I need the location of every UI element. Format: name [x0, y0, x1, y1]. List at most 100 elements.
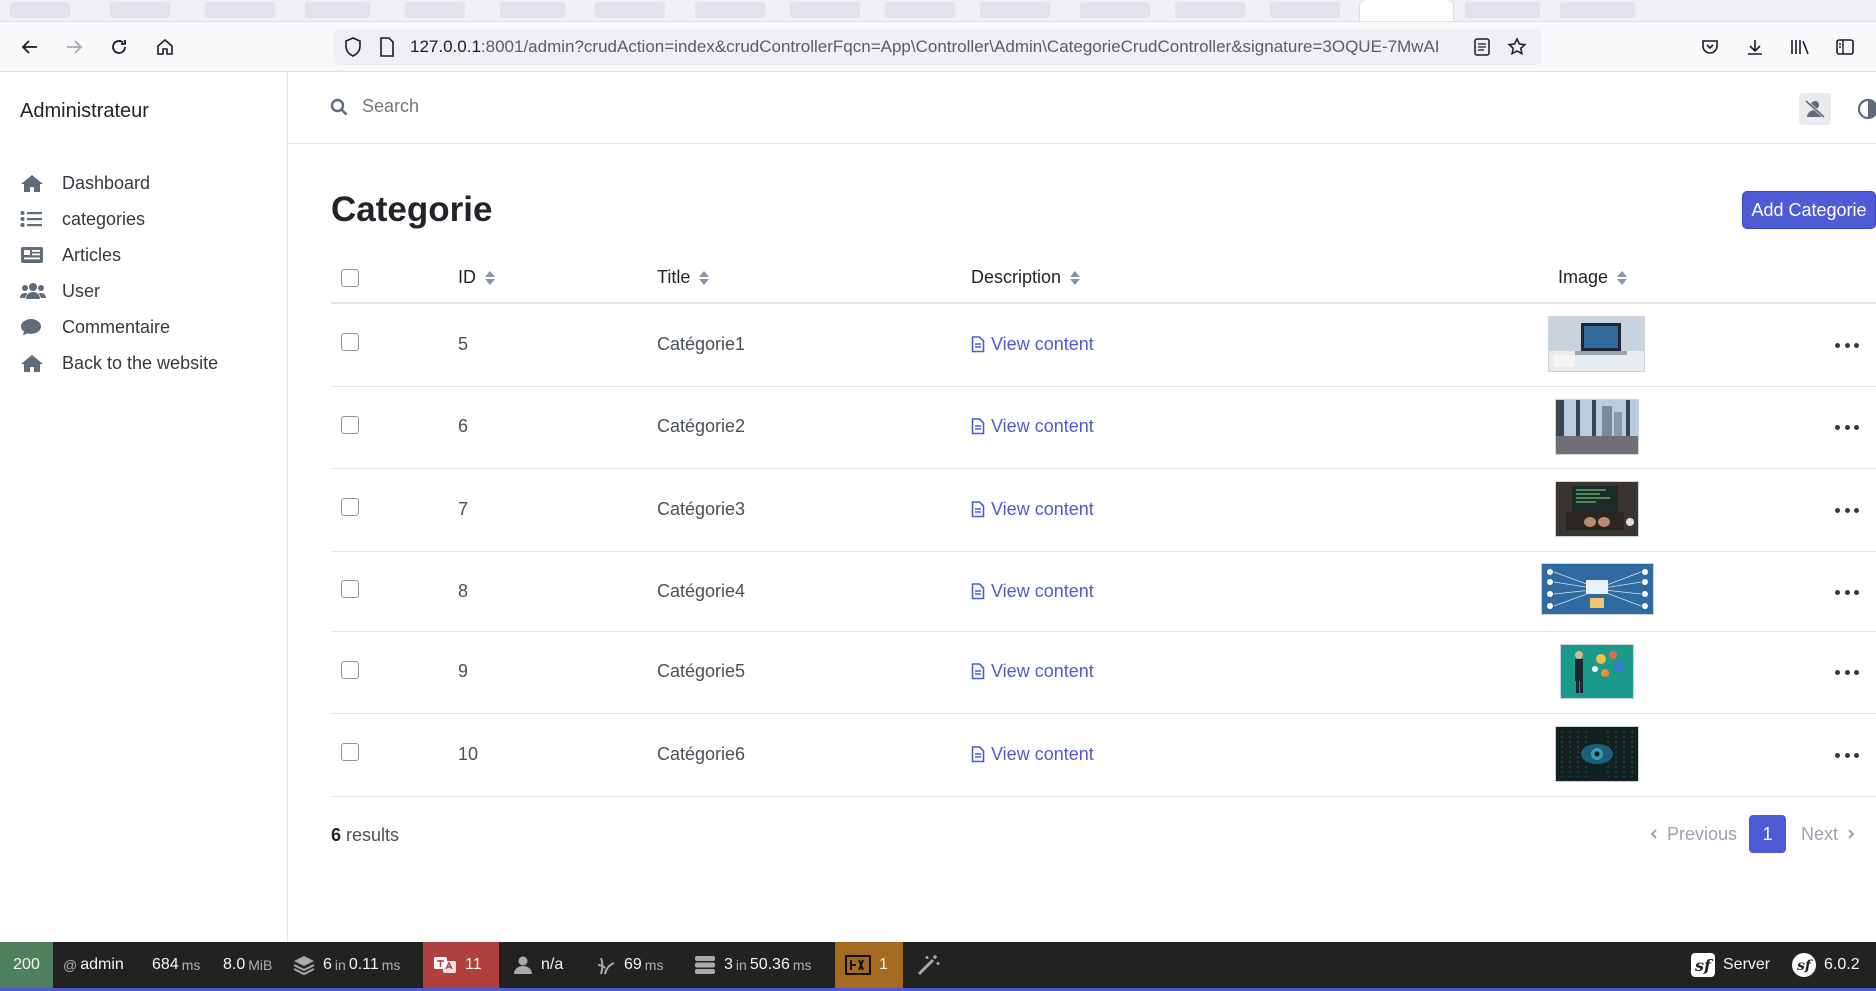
category-image-thumbnail[interactable] — [1555, 726, 1639, 782]
browser-tab[interactable] — [1270, 2, 1340, 18]
pagination-previous[interactable]: Previous — [1649, 815, 1737, 853]
status-code-badge[interactable]: 200 — [0, 942, 53, 988]
browser-tab[interactable] — [1175, 2, 1245, 18]
row-checkbox[interactable] — [341, 743, 359, 761]
reader-view-icon[interactable] — [1471, 36, 1493, 58]
toolbar-magic-wand[interactable] — [907, 942, 959, 988]
browser-tab[interactable] — [980, 2, 1050, 18]
sidebar-item-commentaire[interactable]: Commentaire — [20, 309, 218, 345]
column-header-title[interactable]: Title — [657, 267, 710, 288]
pocket-button[interactable] — [1695, 32, 1725, 62]
toolbar-forms[interactable]: 1 — [835, 942, 903, 988]
theme-toggle-button[interactable] — [1857, 98, 1876, 120]
row-actions-menu[interactable] — [1835, 422, 1859, 432]
column-header-description[interactable]: Description — [971, 267, 1081, 288]
category-image-thumbnail[interactable] — [1555, 481, 1639, 537]
column-header-image[interactable]: Image — [1558, 267, 1628, 288]
row-checkbox[interactable] — [341, 661, 359, 679]
view-content-link[interactable]: View content — [971, 334, 1094, 355]
browser-tab[interactable] — [10, 2, 70, 18]
sidebar-toggle-button[interactable] — [1830, 32, 1860, 62]
row-actions-menu[interactable] — [1835, 750, 1859, 760]
back-button[interactable] — [15, 32, 45, 62]
column-header-id[interactable]: ID — [458, 267, 495, 288]
sidebar-item-categories[interactable]: categories — [20, 201, 218, 237]
row-checkbox[interactable] — [341, 416, 359, 434]
toolbar-server[interactable]: sf Server — [1681, 942, 1780, 988]
pagination-next[interactable]: Next — [1801, 815, 1856, 853]
star-icon[interactable] — [1506, 36, 1528, 58]
brand-title[interactable]: Administrateur — [20, 100, 149, 123]
users-icon — [20, 281, 46, 301]
browser-tab[interactable] — [305, 2, 370, 18]
browser-tab[interactable] — [1560, 2, 1635, 18]
browser-tab-active[interactable] — [1360, 0, 1453, 21]
pagination-page-1[interactable]: 1 — [1749, 815, 1786, 853]
view-content-link[interactable]: View content — [971, 661, 1094, 682]
downloads-button[interactable] — [1740, 32, 1770, 62]
toolbar-security[interactable]: n/a — [503, 942, 573, 988]
table-row[interactable]: 5 Catégorie1 View content — [331, 304, 1876, 387]
browser-tab[interactable] — [790, 2, 860, 18]
sidebar-item-back-to-website[interactable]: Back to the website — [20, 345, 218, 381]
category-image-thumbnail[interactable] — [1555, 399, 1639, 455]
cell-title: Catégorie5 — [657, 661, 746, 681]
row-checkbox[interactable] — [341, 580, 359, 598]
home-button[interactable] — [150, 32, 180, 62]
row-actions-menu[interactable] — [1835, 587, 1859, 597]
table-row[interactable]: 10 Catégorie6 View content — [331, 714, 1876, 797]
category-image-thumbnail[interactable] — [1560, 644, 1634, 699]
row-actions-menu[interactable] — [1835, 340, 1859, 350]
list-icon — [20, 209, 46, 229]
toolbar-memory[interactable]: 8.0 MiB — [213, 942, 282, 988]
row-checkbox[interactable] — [341, 333, 359, 351]
sort-icon — [485, 270, 495, 285]
view-content-link[interactable]: View content — [971, 581, 1094, 602]
browser-tab[interactable] — [110, 2, 170, 18]
browser-tab[interactable] — [205, 2, 275, 18]
sidebar-item-articles[interactable]: Articles — [20, 237, 218, 273]
toolbar-route[interactable]: @ admin — [53, 942, 134, 988]
browser-tab[interactable] — [1465, 2, 1540, 18]
browser-tab[interactable] — [595, 2, 665, 18]
search-box[interactable] — [330, 96, 762, 117]
toolbar-twig[interactable]: 69 ms — [586, 942, 673, 988]
library-button[interactable] — [1785, 32, 1815, 62]
view-content-link[interactable]: View content — [971, 499, 1094, 520]
category-image-thumbnail[interactable] — [1541, 563, 1654, 615]
view-content-link[interactable]: View content — [971, 416, 1094, 437]
reload-button[interactable] — [104, 32, 134, 62]
browser-tab[interactable] — [885, 2, 955, 18]
view-content-label: View content — [991, 499, 1094, 519]
shield-icon[interactable] — [342, 36, 364, 58]
table-row[interactable]: 8 Catégorie4 View content — [331, 552, 1876, 632]
row-actions-menu[interactable] — [1835, 667, 1859, 677]
toolbar-translations[interactable]: 11 — [423, 942, 499, 988]
table-row[interactable]: 6 Catégorie2 View content — [331, 387, 1876, 469]
forward-button[interactable] — [59, 32, 89, 62]
search-input[interactable] — [362, 96, 762, 117]
select-all-checkbox[interactable] — [341, 269, 359, 287]
toolbar-database[interactable]: 3 in 50.36 ms — [684, 942, 822, 988]
user-slash-icon — [1805, 99, 1825, 119]
category-image-thumbnail[interactable] — [1548, 316, 1645, 372]
sidebar-item-user[interactable]: User — [20, 273, 218, 309]
browser-tab[interactable] — [500, 2, 565, 18]
browser-tab[interactable] — [405, 2, 465, 18]
add-categorie-button[interactable]: Add Categorie — [1742, 191, 1876, 229]
sidebar-item-dashboard[interactable]: Dashboard — [20, 165, 218, 201]
user-menu-button[interactable] — [1799, 93, 1831, 125]
view-content-link[interactable]: View content — [971, 744, 1094, 765]
url-text[interactable]: 127.0.0.1:8001/admin?crudAction=index&cr… — [410, 37, 1460, 57]
table-row[interactable]: 7 Catégorie3 View content — [331, 469, 1876, 552]
table-row[interactable]: 9 Catégorie5 View content — [331, 632, 1876, 714]
row-actions-menu[interactable] — [1835, 505, 1859, 515]
url-bar[interactable]: 127.0.0.1:8001/admin?crudAction=index&cr… — [334, 29, 1541, 65]
page-icon[interactable] — [376, 36, 398, 58]
toolbar-cache[interactable]: 6 in 0.11 ms — [283, 942, 410, 988]
row-checkbox[interactable] — [341, 498, 359, 516]
toolbar-time[interactable]: 684 ms — [142, 942, 210, 988]
browser-tab[interactable] — [1080, 2, 1150, 18]
toolbar-symfony-version[interactable]: sf 6.0.2 — [1782, 942, 1870, 988]
browser-tab[interactable] — [695, 2, 765, 18]
